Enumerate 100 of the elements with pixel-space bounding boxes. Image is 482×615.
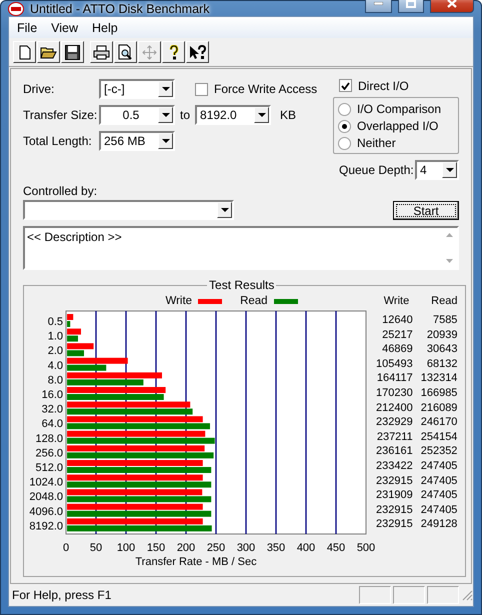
table-cell: 247405 xyxy=(420,502,458,518)
axis-label: 1024.0 xyxy=(29,476,63,489)
status-text: For Help, press F1 xyxy=(12,588,112,602)
table-cell: 164117 xyxy=(376,371,413,386)
table-cell: 212400 xyxy=(376,400,413,416)
dropdown-arrow-icon xyxy=(162,139,170,143)
axis-label: 8.0 xyxy=(48,374,63,386)
controlled-by-select[interactable] xyxy=(23,200,234,220)
check-icon xyxy=(341,82,350,90)
table-cell: 232915 xyxy=(376,474,413,488)
axis-label: 400 xyxy=(296,542,316,554)
minimize-icon xyxy=(374,2,383,5)
axis-label: 64.0 xyxy=(42,418,63,430)
axis-title: Transfer Rate - MB / Sec xyxy=(135,556,257,568)
axis-label: 150 xyxy=(146,542,166,554)
toolbar-button[interactable] xyxy=(13,41,36,63)
legend-swatch xyxy=(198,298,222,304)
toolbar-button[interactable] xyxy=(162,41,185,63)
axis-label: 16.0 xyxy=(42,389,63,401)
field-label: Transfer Size: xyxy=(23,108,98,122)
table-cell: 254154 xyxy=(420,430,458,444)
transfer-size-to-select[interactable]: 8192.0 xyxy=(195,105,272,125)
table-cell: 236161 xyxy=(376,444,413,459)
axis-label: 450 xyxy=(326,542,346,554)
axis-label: 4.0 xyxy=(48,360,63,372)
menu-item[interactable]: View xyxy=(45,18,84,36)
axis-label: 100 xyxy=(116,542,136,554)
table-cell: 246170 xyxy=(420,415,458,430)
field-label: Drive: xyxy=(23,82,56,96)
status-pane xyxy=(393,586,425,604)
force-write-checkbox[interactable]: Force Write Access xyxy=(195,82,318,96)
window-title: Untitled - ATTO Disk Benchmark xyxy=(30,2,210,16)
radio-dot-icon xyxy=(342,124,347,128)
field-label: Controlled by: xyxy=(23,184,98,198)
table-cell: 247405 xyxy=(420,458,458,474)
printer-icon xyxy=(93,44,110,60)
toolbar-button[interactable] xyxy=(186,41,209,63)
total-length-select[interactable]: 256 MB xyxy=(99,131,175,151)
table-cell-text: 12640 xyxy=(381,313,413,328)
group-title: Test Results xyxy=(208,278,276,292)
table-cell-text: 25217 xyxy=(381,328,413,342)
table-cell-text: 68132 xyxy=(426,356,458,372)
new-document-icon xyxy=(18,44,30,60)
table-cell: 132314 xyxy=(420,371,458,386)
radio-option[interactable]: Overlapped I/O xyxy=(338,119,454,133)
drive-select[interactable]: [-c-] xyxy=(99,79,175,99)
transfer-size-from-select[interactable]: 0.5 xyxy=(99,105,175,125)
axis-label: 250 xyxy=(206,542,226,554)
start-button[interactable]: Start xyxy=(393,201,459,220)
table-cell: 170230 xyxy=(376,386,413,401)
dropdown-arrow-icon xyxy=(258,113,266,117)
queue-depth-select[interactable]: 4 xyxy=(415,160,459,180)
axis-label: 128.0 xyxy=(35,432,63,445)
app-icon xyxy=(8,2,24,16)
unit-label: KB xyxy=(279,108,296,122)
table-cell: 105493 xyxy=(376,356,413,372)
table-cell-text: 7585 xyxy=(432,313,458,328)
field-label: Queue Depth: xyxy=(339,163,414,177)
pointer-help-icon xyxy=(189,44,206,60)
folder-icon xyxy=(40,45,57,59)
table-cell: 232915 xyxy=(376,517,413,532)
axis-label: 50 xyxy=(90,542,102,554)
dropdown-arrow-icon xyxy=(220,208,228,212)
toolbar-button[interactable] xyxy=(37,41,60,63)
axis-label: 256.0 xyxy=(35,447,63,460)
menu-item[interactable]: File xyxy=(11,18,44,36)
axis-label: 8192.0 xyxy=(29,520,63,532)
table-cell: 231909 xyxy=(376,488,413,503)
status-pane xyxy=(359,586,391,604)
table-cell: 247405 xyxy=(420,488,458,503)
axis-label: 32.0 xyxy=(42,404,63,416)
axis-label: 2048.0 xyxy=(29,491,63,504)
scroll-up-icon xyxy=(446,233,453,237)
table-cell: 232915 xyxy=(376,502,413,518)
axis-label: 2.0 xyxy=(48,345,63,358)
table-cell: 232929 xyxy=(376,415,413,430)
table-cell-text: 46869 xyxy=(381,342,413,357)
radio-option[interactable]: I/O Comparison xyxy=(338,102,454,116)
maximize-icon xyxy=(406,0,416,8)
table-cell: 216089 xyxy=(420,400,458,416)
table-cell: 237211 xyxy=(376,430,413,444)
axis-label: 200 xyxy=(176,542,196,554)
toolbar-button[interactable] xyxy=(61,41,84,63)
radio-option[interactable]: Neither xyxy=(338,136,454,150)
dropdown-arrow-icon xyxy=(446,168,454,172)
toolbar-button[interactable] xyxy=(90,41,113,63)
axis-label: 300 xyxy=(236,542,256,554)
table-cell-text: 30643 xyxy=(426,342,458,357)
table-cell: 247405 xyxy=(420,474,458,488)
description-field[interactable]: << Description >> xyxy=(23,226,459,270)
table-cell-text: 20939 xyxy=(426,328,458,342)
close-icon xyxy=(447,0,457,8)
dropdown-arrow-icon xyxy=(162,113,170,117)
menu-item[interactable]: Help xyxy=(86,18,124,36)
direct-io-checkbox[interactable]: Direct I/O xyxy=(333,77,459,94)
print-preview-icon xyxy=(118,44,133,60)
table-cell: 249128 xyxy=(420,517,458,532)
status-pane xyxy=(427,586,459,604)
toolbar-button[interactable] xyxy=(114,41,137,63)
help-icon xyxy=(168,44,178,60)
